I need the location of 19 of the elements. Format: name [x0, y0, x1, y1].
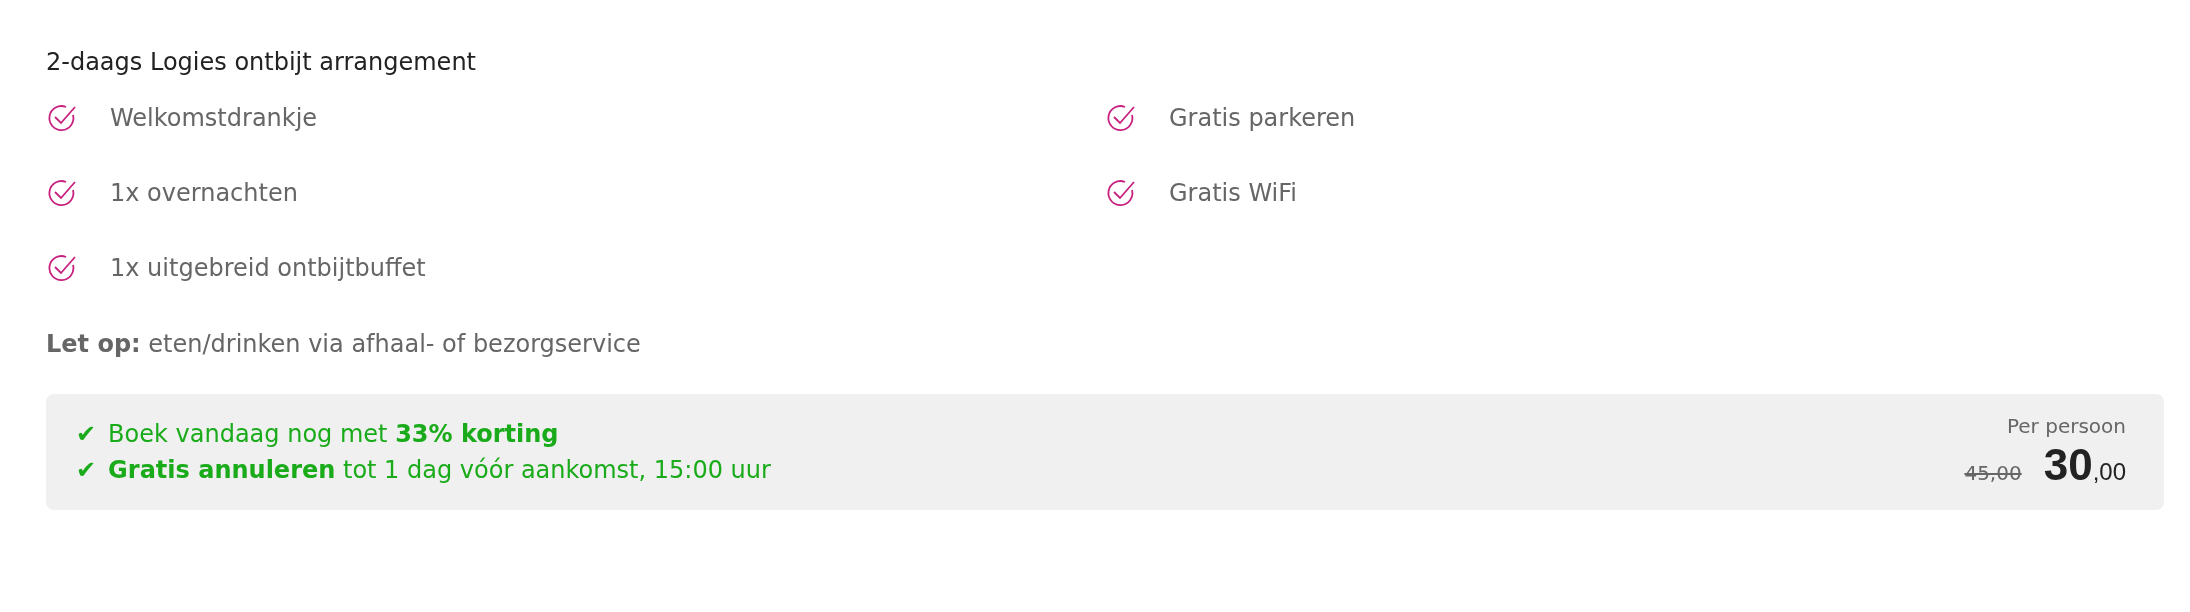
price-label: Per persoon: [2006, 414, 2126, 438]
benefit-text: Gratis annuleren tot 1 dag vóór aankomst, 15:00 uur: [108, 456, 771, 484]
feature-label: Gratis parkeren: [1169, 104, 1356, 132]
checkmark-icon: ✔: [76, 456, 97, 484]
check-circle-icon: [1105, 177, 1137, 209]
feature-label: 1x overnachten: [110, 179, 298, 207]
current-price: 30,00: [2043, 440, 2126, 490]
benefit-text: Boek vandaag nog met 33% korting: [108, 420, 559, 448]
feature-label: Gratis WiFi: [1169, 179, 1297, 207]
check-circle-icon: [46, 177, 78, 209]
old-price: 45,00: [1964, 461, 2022, 485]
check-circle-icon: [46, 102, 78, 134]
check-circle-icon: [46, 252, 78, 284]
package-title: 2-daags Logies ontbijt arrangement: [46, 48, 477, 76]
checkmark-icon: ✔: [76, 420, 97, 448]
check-circle-icon: [1105, 102, 1137, 134]
feature-label: 1x uitgebreid ontbijtbuffet: [110, 254, 426, 282]
note-text: Let op: eten/drinken via afhaal- of bezorgservice: [46, 330, 642, 358]
feature-label: Welkomstdrankje: [110, 104, 318, 132]
